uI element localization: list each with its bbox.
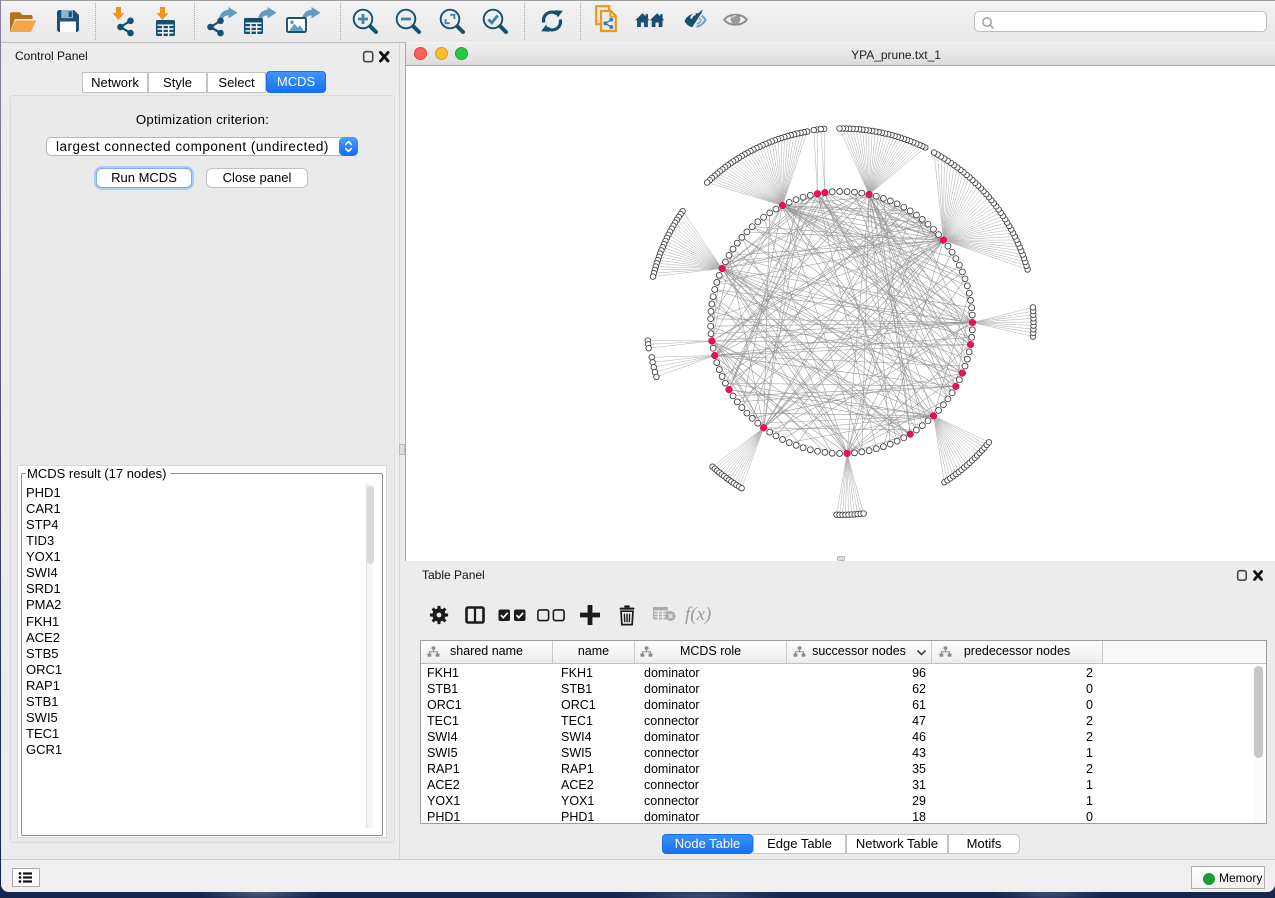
- svg-text:f(x): f(x): [685, 604, 711, 625]
